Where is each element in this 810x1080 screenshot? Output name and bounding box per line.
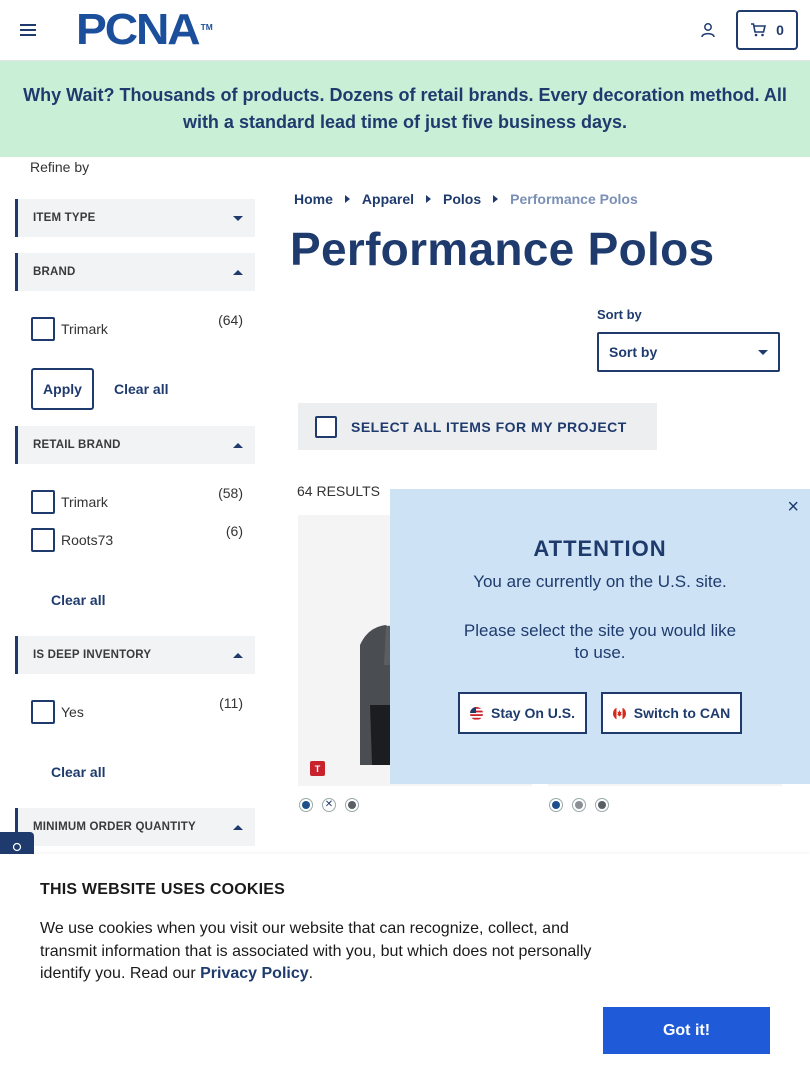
cookie-text: We use cookies when you visit our websit… [40, 918, 610, 986]
close-icon[interactable]: × [787, 497, 799, 517]
cart-count: 0 [776, 22, 784, 38]
switch-can-button[interactable]: Switch to CAN [601, 692, 742, 734]
chevron-up-icon [233, 269, 243, 275]
site-header: PCNA TM 0 [0, 0, 810, 61]
color-swatch-grey[interactable] [345, 798, 359, 812]
cart-button[interactable]: 0 [736, 10, 798, 50]
chevron-down-icon [758, 349, 768, 355]
color-swatches [549, 798, 609, 812]
modal-title: ATTENTION [533, 536, 667, 561]
feedback-icon [12, 842, 22, 852]
clear-all-deep-link[interactable]: Clear all [51, 764, 105, 780]
color-swatch-light-grey[interactable] [572, 798, 586, 812]
checkbox[interactable] [31, 490, 55, 514]
cookie-body: We use cookies when you visit our websit… [40, 920, 592, 982]
option-count: (58) [218, 485, 243, 501]
checkbox[interactable] [31, 700, 55, 724]
color-swatch-navy[interactable] [549, 798, 563, 812]
facet-title: ITEM TYPE [33, 212, 96, 224]
canada-flag-icon [612, 706, 626, 720]
pcna-logo[interactable]: PCNA TM [76, 8, 213, 52]
clear-all-retail-link[interactable]: Clear all [51, 592, 105, 608]
sort-label: Sort by [597, 307, 642, 322]
chevron-up-icon [233, 652, 243, 658]
checkbox[interactable] [31, 317, 55, 341]
facet-item-type[interactable]: ITEM TYPE [15, 199, 255, 237]
option-count: (64) [218, 312, 243, 328]
option-label: Trimark [61, 494, 108, 510]
breadcrumb: Home Apparel Polos Performance Polos [294, 191, 638, 207]
switch-can-label: Switch to CAN [633, 705, 731, 721]
option-label: Trimark [61, 321, 108, 337]
color-swatch-grey[interactable] [595, 798, 609, 812]
filter-option-retail-trimark[interactable]: Trimark (58) [31, 485, 243, 515]
option-count: (6) [225, 523, 243, 539]
facet-title: MINIMUM ORDER QUANTITY [33, 821, 196, 833]
option-label: Roots73 [61, 532, 114, 548]
site-selector-modal: × ATTENTION You are currently on the U.S… [390, 489, 810, 784]
facet-brand[interactable]: BRAND [15, 253, 255, 291]
breadcrumb-arrow-icon [426, 195, 432, 203]
select-all-items[interactable]: SELECT ALL ITEMS FOR MY PROJECT [298, 403, 657, 450]
promo-banner: Why Wait? Thousands of products. Dozens … [0, 61, 810, 157]
promo-text: Why Wait? Thousands of products. Dozens … [23, 85, 787, 132]
chevron-up-icon [233, 824, 243, 830]
option-count: (11) [219, 695, 243, 711]
stay-us-label: Stay On U.S. [490, 705, 576, 721]
refine-label: Refine by [30, 159, 90, 175]
select-all-checkbox[interactable] [315, 415, 337, 438]
breadcrumb-apparel[interactable]: Apparel [362, 191, 414, 207]
filter-option-retail-roots73[interactable]: Roots73 (6) [31, 523, 243, 553]
select-all-label: SELECT ALL ITEMS FOR MY PROJECT [351, 418, 627, 435]
filter-option-deep-yes[interactable]: Yes (11) [31, 695, 243, 725]
apply-button[interactable]: Apply [31, 368, 94, 410]
facet-title: BRAND [33, 266, 76, 278]
modal-message: You are currently on the U.S. site. [473, 572, 727, 591]
got-it-button[interactable]: Got it! [603, 1007, 770, 1054]
breadcrumb-arrow-icon [493, 195, 499, 203]
page-title: Performance Polos [290, 223, 715, 275]
us-flag-icon [469, 706, 483, 720]
clear-all-brand-link[interactable]: Clear all [114, 381, 168, 397]
cookie-banner: THIS WEBSITE USES COOKIES We use cookies… [0, 854, 810, 1080]
breadcrumb-home[interactable]: Home [294, 191, 333, 207]
cart-icon [751, 23, 767, 37]
facet-min-order[interactable]: MINIMUM ORDER QUANTITY [15, 808, 255, 846]
color-swatches: ✕ [299, 798, 359, 812]
facet-deep-inventory[interactable]: IS DEEP INVENTORY [15, 636, 255, 674]
privacy-policy-link[interactable]: Privacy Policy [200, 965, 309, 982]
chevron-up-icon [233, 442, 243, 448]
filter-option-brand-trimark[interactable]: Trimark (64) [31, 312, 243, 342]
breadcrumb-polos[interactable]: Polos [443, 191, 481, 207]
chevron-down-icon [233, 215, 243, 221]
color-swatch-unavailable[interactable]: ✕ [322, 798, 336, 812]
sort-select[interactable]: Sort by [597, 332, 780, 372]
sort-selected-value: Sort by [609, 344, 658, 360]
breadcrumb-arrow-icon [344, 195, 350, 203]
facet-title: RETAIL BRAND [33, 439, 121, 451]
color-swatch-navy[interactable] [299, 798, 313, 812]
cookie-period: . [308, 965, 314, 982]
menu-icon[interactable] [20, 24, 36, 36]
modal-prompt: Please select the site you would like to… [463, 621, 737, 662]
account-icon[interactable] [700, 22, 716, 38]
cookie-title: THIS WEBSITE USES COOKIES [40, 881, 286, 898]
brand-badge-icon: T [310, 761, 325, 776]
facet-title: IS DEEP INVENTORY [33, 649, 152, 661]
option-label: Yes [61, 704, 84, 720]
checkbox[interactable] [31, 528, 55, 552]
stay-us-button[interactable]: Stay On U.S. [458, 692, 587, 734]
breadcrumb-current: Performance Polos [510, 191, 638, 207]
facet-retail-brand[interactable]: RETAIL BRAND [15, 426, 255, 464]
results-count: 64 RESULTS [297, 483, 380, 499]
